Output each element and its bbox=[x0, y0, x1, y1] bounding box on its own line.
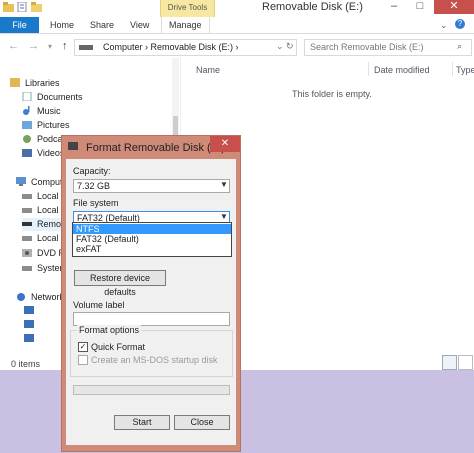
format-dialog: Format Removable Disk (E:) ✕ Capacity: 7… bbox=[61, 135, 241, 452]
address-dropdown-icon[interactable]: ⌄ bbox=[276, 41, 284, 52]
forward-arrow-icon[interactable]: → bbox=[28, 40, 39, 52]
dialog-body: Capacity: 7.32 GB ▼ File system FAT32 (D… bbox=[66, 159, 236, 445]
network-computer-icon[interactable] bbox=[24, 306, 34, 314]
drive-icon bbox=[79, 45, 93, 50]
window-title: Removable Disk (E:) bbox=[262, 1, 363, 13]
new-folder-icon[interactable] bbox=[31, 2, 42, 12]
drive-icon bbox=[22, 194, 32, 199]
start-button[interactable]: Start bbox=[114, 415, 170, 430]
drive-icon bbox=[68, 142, 78, 150]
column-divider[interactable] bbox=[452, 62, 453, 76]
address-box[interactable]: Computer › Removable Disk (E:) › ⌄ ↻ bbox=[74, 39, 297, 56]
search-input[interactable]: Search Removable Disk (E:) ⌕ bbox=[304, 39, 472, 56]
ribbon-expand-icon[interactable]: ⌄ bbox=[440, 20, 448, 31]
drive-tools-context-tab: Drive Tools bbox=[160, 0, 215, 17]
properties-icon[interactable] bbox=[17, 1, 28, 13]
search-icon: ⌕ bbox=[457, 41, 463, 51]
drive-icon bbox=[22, 236, 32, 241]
volume-label-label: Volume label bbox=[73, 300, 125, 310]
dialog-title: Format Removable Disk (E:) bbox=[86, 142, 225, 154]
close-button[interactable]: Close bbox=[174, 415, 230, 430]
tab-file[interactable]: File bbox=[0, 17, 39, 33]
network-computer-icon[interactable] bbox=[24, 320, 34, 328]
address-bar-row: ← → ▾ ↑ Computer › Removable Disk (E:) ›… bbox=[0, 34, 474, 58]
format-progress-bar bbox=[73, 385, 230, 395]
videos-icon bbox=[22, 149, 32, 157]
computer-icon bbox=[16, 177, 26, 186]
back-arrow-icon[interactable]: ← bbox=[8, 40, 19, 52]
libraries-icon bbox=[10, 78, 20, 87]
documents-icon bbox=[22, 92, 32, 101]
tab-manage[interactable]: Manage bbox=[161, 17, 210, 33]
removable-drive-icon bbox=[22, 222, 32, 226]
pictures-icon bbox=[22, 121, 32, 129]
dvd-drive-icon bbox=[22, 249, 32, 257]
tab-share[interactable]: Share bbox=[90, 17, 114, 33]
network-computer-icon[interactable] bbox=[24, 334, 34, 342]
ribbon-tabs: File Home Share View Manage ⌄ ? bbox=[0, 17, 474, 34]
music-icon bbox=[23, 106, 30, 115]
file-system-option-fat32[interactable]: FAT32 (Default) bbox=[73, 234, 231, 244]
file-system-label: File system bbox=[73, 198, 119, 208]
file-system-option-ntfs[interactable]: NTFS bbox=[73, 224, 231, 234]
capacity-value: 7.32 GB bbox=[77, 181, 111, 191]
file-system-option-exfat[interactable]: exFAT bbox=[73, 244, 231, 254]
breadcrumb[interactable]: Computer › Removable Disk (E:) › bbox=[103, 42, 239, 52]
title-bar: Drive Tools Removable Disk (E:) – □ ✕ bbox=[0, 0, 474, 17]
network-icon bbox=[17, 293, 25, 301]
capacity-select[interactable]: 7.32 GB ▼ bbox=[73, 179, 230, 193]
dialog-close-button[interactable]: ✕ bbox=[210, 136, 240, 152]
search-placeholder: Search Removable Disk (E:) bbox=[310, 42, 424, 52]
help-icon[interactable]: ? bbox=[455, 19, 465, 29]
refresh-icon[interactable]: ↻ bbox=[286, 41, 294, 52]
quick-format-label: Quick Format bbox=[91, 342, 146, 352]
format-options-group: Format options ✓ Quick Format Create an … bbox=[70, 325, 233, 377]
tab-view[interactable]: View bbox=[130, 17, 149, 33]
empty-folder-message: This folder is empty. bbox=[292, 89, 372, 99]
item-count: 0 items bbox=[11, 359, 41, 369]
drive-icon bbox=[22, 266, 32, 271]
folder-icon[interactable] bbox=[3, 2, 14, 12]
volume-label-input[interactable] bbox=[73, 312, 230, 326]
file-system-dropdown-list: NTFS FAT32 (Default) exFAT bbox=[72, 222, 232, 257]
checkmark-icon[interactable]: ✓ bbox=[78, 342, 88, 352]
chevron-down-icon: ▼ bbox=[220, 212, 228, 221]
column-divider[interactable] bbox=[368, 62, 369, 76]
chevron-down-icon: ▼ bbox=[220, 180, 228, 189]
dialog-title-bar[interactable]: Format Removable Disk (E:) ✕ bbox=[62, 136, 240, 159]
drive-icon bbox=[22, 208, 32, 213]
close-window-button[interactable]: ✕ bbox=[434, 0, 474, 14]
up-arrow-icon[interactable]: ↑ bbox=[62, 40, 68, 52]
column-header-date-modified[interactable]: Date modified bbox=[374, 65, 430, 75]
column-header-name[interactable]: Name bbox=[196, 65, 220, 75]
podcasts-icon bbox=[23, 135, 31, 143]
format-options-label: Format options bbox=[77, 325, 142, 335]
tab-home[interactable]: Home bbox=[50, 17, 74, 33]
recent-locations-icon[interactable]: ▾ bbox=[48, 42, 52, 51]
drive-tools-label: Drive Tools bbox=[167, 3, 208, 12]
capacity-label: Capacity: bbox=[73, 166, 111, 176]
large-icons-view-icon[interactable] bbox=[458, 355, 473, 370]
minimize-button[interactable]: – bbox=[382, 0, 406, 14]
column-header-type[interactable]: Type bbox=[456, 65, 474, 75]
details-view-icon[interactable] bbox=[442, 355, 457, 370]
restore-defaults-button[interactable]: Restore device defaults bbox=[74, 270, 166, 297]
msdos-startup-label: Create an MS-DOS startup disk bbox=[91, 355, 218, 365]
maximize-button[interactable]: □ bbox=[408, 0, 432, 14]
